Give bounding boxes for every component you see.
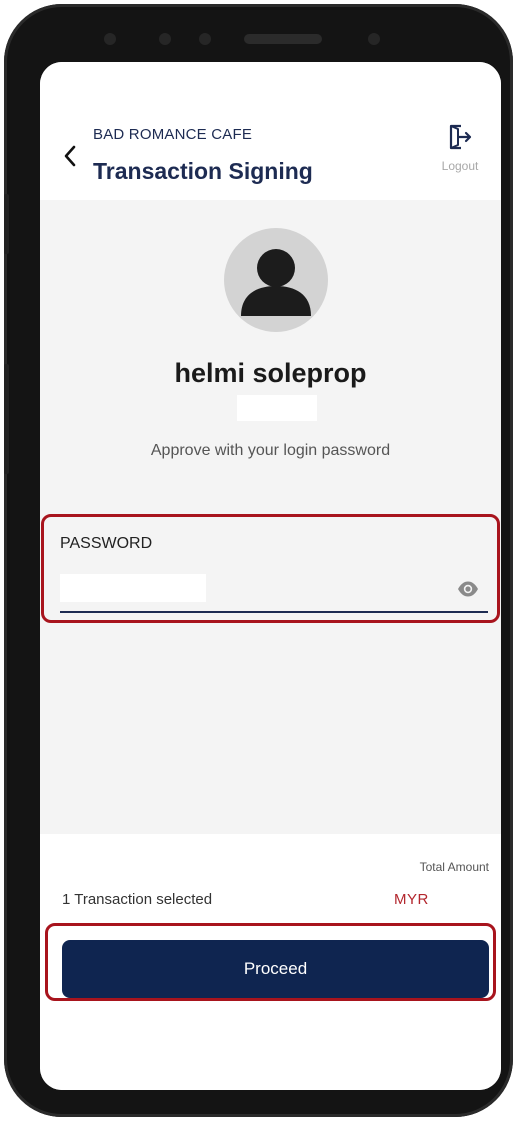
total-amount-label: Total Amount bbox=[419, 860, 489, 874]
earpiece-speaker bbox=[244, 34, 322, 44]
sensor-dot bbox=[199, 33, 211, 45]
proceed-highlight-box bbox=[45, 923, 496, 1001]
chevron-left-icon bbox=[64, 145, 76, 167]
transactions-selected: 1 Transaction selected bbox=[62, 891, 213, 908]
logout-button[interactable]: Logout bbox=[434, 124, 486, 182]
sensor-dot bbox=[159, 33, 171, 45]
redacted-field bbox=[237, 395, 317, 421]
bixby-button bbox=[4, 364, 9, 474]
front-camera bbox=[368, 33, 380, 45]
sensor-dot bbox=[104, 33, 116, 45]
back-button[interactable] bbox=[58, 140, 82, 172]
total-currency: MYR bbox=[394, 891, 429, 908]
logout-icon bbox=[449, 124, 472, 150]
app-header: BAD ROMANCE CAFE Transaction Signing Log… bbox=[40, 62, 501, 200]
redacted-amount bbox=[432, 886, 492, 912]
logout-label: Logout bbox=[441, 159, 479, 173]
volume-button bbox=[4, 194, 9, 254]
page-title: Transaction Signing bbox=[93, 158, 313, 184]
password-highlight-box bbox=[41, 514, 500, 623]
merchant-name: BAD ROMANCE CAFE bbox=[93, 126, 253, 143]
approval-instruction: Approve with your login password bbox=[150, 442, 391, 459]
user-name: helmi soleprop bbox=[174, 358, 367, 388]
user-avatar-icon bbox=[224, 228, 328, 332]
